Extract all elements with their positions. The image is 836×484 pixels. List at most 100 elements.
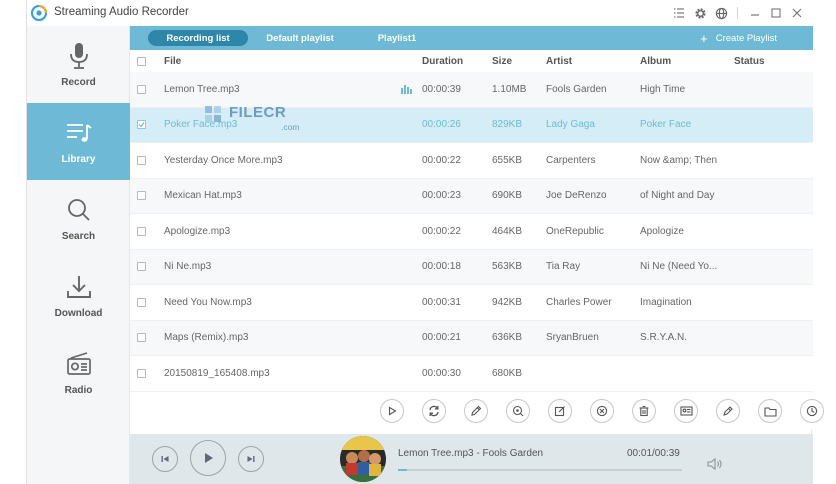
row-check-cell — [137, 321, 146, 356]
play-pause-button[interactable] — [190, 440, 226, 476]
play-icon — [205, 453, 213, 463]
globe-icon[interactable] — [711, 3, 731, 23]
convert-button[interactable] — [422, 399, 446, 423]
radio-icon — [64, 349, 94, 379]
row-checkbox[interactable] — [137, 226, 146, 236]
table-row[interactable]: Poker Face.mp3 00:00:26 829KB Lady Gaga … — [130, 107, 813, 143]
table-row[interactable]: Mexican Hat.mp3 00:00:23 690KB Joe DeRen… — [130, 178, 813, 214]
table-row[interactable]: Ni Ne.mp3 00:00:18 563KB Tia Ray Ni Ne (… — [130, 249, 813, 285]
cell-file: Need You Now.mp3 — [164, 296, 252, 308]
header-duration[interactable]: Duration — [422, 50, 463, 72]
skip-back-icon — [161, 456, 169, 462]
header-artist[interactable]: Artist — [546, 50, 572, 72]
cell-album: Ni Ne (Need Yo... — [640, 261, 718, 273]
recording-table: File Duration Size Artist Album Status L… — [130, 50, 813, 392]
cell-artist: SryanBruen — [546, 332, 599, 344]
ringtone-button[interactable] — [716, 399, 740, 423]
previous-button[interactable] — [152, 446, 178, 472]
cell-size: 636KB — [492, 332, 523, 344]
skip-forward-icon — [247, 456, 255, 462]
progress-bar[interactable] — [398, 469, 682, 471]
table-row[interactable]: Yesterday Once More.mp3 00:00:22 655KB C… — [130, 143, 813, 179]
menu-list-icon[interactable] — [669, 3, 689, 23]
playing-equalizer-icon — [401, 72, 413, 107]
ringtone-icon — [723, 406, 733, 416]
sidebar-item-radio[interactable]: Radio — [27, 334, 130, 411]
table-row[interactable]: Apologize.mp3 00:00:22 464KB OneRepublic… — [130, 214, 813, 250]
title-separator — [737, 7, 738, 19]
select-all-cell — [137, 50, 146, 72]
cell-duration: 00:00:22 — [422, 225, 461, 237]
play-button[interactable] — [380, 399, 404, 423]
header-album[interactable]: Album — [640, 50, 671, 72]
header-file[interactable]: File — [164, 50, 181, 72]
app-window: Streaming Audio Recorder Record Library … — [26, 0, 824, 484]
row-checkbox[interactable] — [137, 84, 146, 94]
sidebar-item-library[interactable]: Library — [27, 103, 130, 180]
row-checkbox[interactable] — [137, 297, 146, 307]
row-check-cell — [137, 108, 146, 143]
cell-artist: Fools Garden — [546, 83, 607, 95]
row-checkbox[interactable] — [137, 262, 146, 272]
player-bar: Lemon Tree.mp3 - Fools Garden 00:01/00:3… — [130, 434, 813, 484]
microphone-icon — [64, 41, 94, 71]
maximize-icon[interactable] — [766, 3, 786, 23]
row-checkbox[interactable] — [137, 155, 146, 165]
plus-icon: + — [700, 30, 708, 46]
cell-size: 690KB — [492, 190, 523, 202]
table-row[interactable]: Need You Now.mp3 00:00:31 942KB Charles … — [130, 285, 813, 321]
cell-artist: OneRepublic — [546, 225, 604, 237]
sidebar-item-download[interactable]: Download — [27, 257, 130, 334]
row-check-cell — [137, 72, 146, 107]
next-button[interactable] — [238, 446, 264, 472]
schedule-button[interactable] — [800, 399, 824, 423]
volume-icon[interactable] — [707, 457, 723, 471]
table-row[interactable]: Lemon Tree.mp3 00:00:39 1.10MB Fools Gar… — [130, 72, 813, 108]
row-checkbox[interactable] — [137, 191, 146, 201]
row-check-cell — [137, 285, 146, 320]
row-check-cell — [137, 250, 146, 285]
minimize-icon[interactable] — [745, 3, 765, 23]
search-icon — [64, 195, 94, 225]
table-header: File Duration Size Artist Album Status — [130, 50, 813, 72]
gear-icon[interactable] — [690, 3, 710, 23]
pencil-icon — [471, 405, 482, 416]
tab-playlist1[interactable]: Playlist1 — [362, 30, 432, 46]
row-checkbox[interactable] — [137, 368, 146, 378]
cell-duration: 00:00:31 — [422, 296, 461, 308]
tab-recording-list[interactable]: Recording list — [148, 30, 248, 46]
open-folder-button[interactable] — [758, 399, 782, 423]
header-size[interactable]: Size — [492, 50, 512, 72]
playback-time: 00:01/00:39 — [627, 448, 680, 459]
sidebar-item-search[interactable]: Search — [27, 180, 130, 257]
tab-default-playlist[interactable]: Default playlist — [258, 30, 342, 46]
select-all-checkbox[interactable] — [137, 56, 146, 66]
close-icon[interactable] — [787, 3, 807, 23]
edit-button[interactable] — [464, 399, 488, 423]
cell-file: 20150819_165408.mp3 — [164, 367, 270, 379]
row-checkbox[interactable] — [137, 333, 146, 343]
cell-album: High Time — [640, 83, 686, 95]
now-playing-title: Lemon Tree.mp3 - Fools Garden — [398, 448, 544, 459]
cell-artist: Lady Gaga — [546, 119, 595, 131]
id3-button[interactable] — [674, 399, 698, 423]
table-row[interactable]: Maps (Remix).mp3 00:00:21 636KB SryanBru… — [130, 320, 813, 356]
identify-music-button[interactable] — [506, 399, 530, 423]
create-playlist-button[interactable]: + Create Playlist — [700, 30, 777, 46]
cell-duration: 00:00:39 — [422, 83, 461, 95]
play-icon — [388, 406, 397, 416]
table-row[interactable]: 20150819_165408.mp3 00:00:30 680KB — [130, 356, 813, 392]
folder-icon — [763, 406, 777, 417]
sidebar-item-record[interactable]: Record — [27, 26, 130, 103]
row-checkbox[interactable] — [137, 120, 146, 130]
cell-file: Ni Ne.mp3 — [164, 261, 212, 273]
delete-button[interactable] — [632, 399, 656, 423]
sidebar-label-download: Download — [54, 308, 103, 319]
cell-size: 680KB — [492, 367, 523, 379]
row-check-cell — [137, 143, 146, 178]
edit-tag-button[interactable] — [548, 399, 572, 423]
cell-duration: 00:00:18 — [422, 261, 461, 273]
album-art — [340, 436, 386, 482]
header-status[interactable]: Status — [734, 50, 765, 72]
remove-button[interactable] — [590, 399, 614, 423]
